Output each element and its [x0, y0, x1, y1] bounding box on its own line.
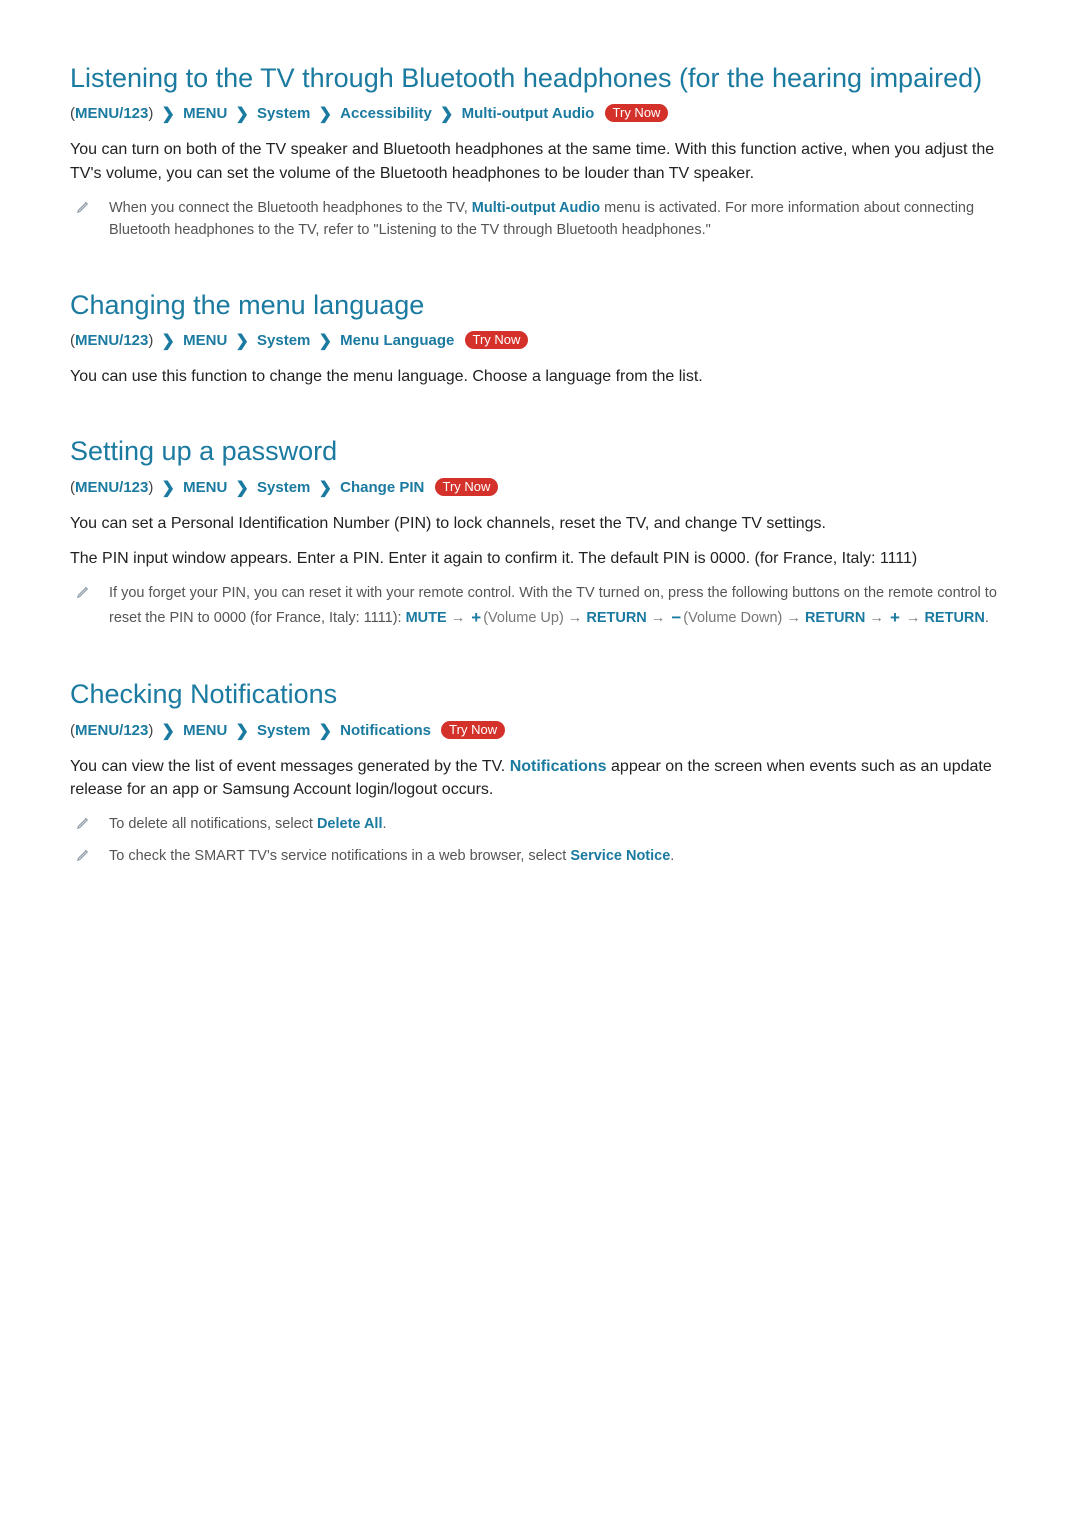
arrow: → — [564, 610, 587, 626]
note-text: When you connect the Bluetooth headphone… — [109, 197, 1010, 242]
crumb-item[interactable]: System — [257, 332, 310, 349]
vol-down-label: (Volume Down) — [683, 610, 782, 626]
note-blue: Multi-output Audio — [472, 200, 600, 216]
body-text: You can use this function to change the … — [70, 365, 1010, 388]
chevron-right-icon: ❯ — [158, 480, 179, 497]
crumb-item[interactable]: Menu Language — [340, 332, 454, 349]
return-label: RETURN — [586, 610, 646, 626]
chevron-right-icon: ❯ — [158, 723, 179, 740]
crumb-item[interactable]: Accessibility — [340, 105, 432, 122]
arrow: → — [647, 610, 670, 626]
crumb-item[interactable]: Change PIN — [340, 479, 424, 496]
body-part: You can view the list of event messages … — [70, 758, 510, 775]
note-row: When you connect the Bluetooth headphone… — [70, 197, 1010, 242]
crumb-item[interactable]: MENU — [183, 105, 227, 122]
breadcrumb: (MENU/123) ❯ MENU ❯ System ❯ Change PIN … — [70, 478, 1010, 498]
section-password: Setting up a password (MENU/123) ❯ MENU … — [70, 433, 1010, 631]
chevron-right-icon: ❯ — [315, 106, 336, 123]
section-title: Checking Notifications — [70, 676, 1010, 712]
vol-up-label: (Volume Up) — [483, 610, 564, 626]
chevron-right-icon: ❯ — [231, 723, 252, 740]
return-label: RETURN — [924, 610, 984, 626]
try-now-button[interactable]: Try Now — [605, 104, 669, 122]
note-part: . — [670, 848, 674, 864]
paren-close: ) — [148, 479, 153, 496]
mute-label: MUTE — [406, 610, 447, 626]
note-row: To delete all notifications, select Dele… — [70, 813, 1010, 835]
arrow: → — [902, 610, 925, 626]
try-now-button[interactable]: Try Now — [465, 331, 529, 349]
chevron-right-icon: ❯ — [315, 480, 336, 497]
breadcrumb: (MENU/123) ❯ MENU ❯ System ❯ Notificatio… — [70, 721, 1010, 741]
body-text: You can view the list of event messages … — [70, 755, 1010, 801]
minus-icon: − — [669, 608, 683, 627]
note-row: If you forget your PIN, you can reset it… — [70, 582, 1010, 631]
crumb-item[interactable]: System — [257, 722, 310, 739]
note-text: To delete all notifications, select Dele… — [109, 813, 387, 835]
plus-icon: + — [888, 608, 902, 627]
note-blue: Delete All — [317, 816, 383, 832]
chevron-right-icon: ❯ — [315, 333, 336, 350]
plus-icon: + — [469, 608, 483, 627]
pencil-icon — [76, 847, 91, 867]
chevron-right-icon: ❯ — [231, 106, 252, 123]
note-part: When you connect the Bluetooth headphone… — [109, 200, 472, 216]
arrow: → — [782, 610, 805, 626]
crumb-root[interactable]: MENU/123 — [75, 722, 148, 739]
breadcrumb: (MENU/123) ❯ MENU ❯ System ❯ Menu Langua… — [70, 331, 1010, 351]
crumb-root[interactable]: MENU/123 — [75, 479, 148, 496]
note-text: If you forget your PIN, you can reset it… — [109, 582, 1010, 631]
pencil-icon — [76, 584, 91, 604]
section-title: Listening to the TV through Bluetooth he… — [70, 60, 1010, 96]
body-text: You can turn on both of the TV speaker a… — [70, 138, 1010, 184]
period: . — [985, 610, 989, 626]
section-title: Setting up a password — [70, 433, 1010, 469]
section-bluetooth-headphones: Listening to the TV through Bluetooth he… — [70, 60, 1010, 242]
chevron-right-icon: ❯ — [158, 333, 179, 350]
chevron-right-icon: ❯ — [436, 106, 457, 123]
chevron-right-icon: ❯ — [231, 333, 252, 350]
paren-close: ) — [148, 105, 153, 122]
crumb-item[interactable]: MENU — [183, 479, 227, 496]
try-now-button[interactable]: Try Now — [441, 721, 505, 739]
return-label: RETURN — [805, 610, 865, 626]
crumb-item[interactable]: MENU — [183, 332, 227, 349]
chevron-right-icon: ❯ — [158, 106, 179, 123]
paren-close: ) — [148, 722, 153, 739]
body-blue: Notifications — [510, 758, 607, 775]
crumb-item[interactable]: Notifications — [340, 722, 431, 739]
note-part: To delete all notifications, select — [109, 816, 317, 832]
pencil-icon — [76, 199, 91, 219]
pencil-icon — [76, 815, 91, 835]
note-part: To check the SMART TV's service notifica… — [109, 848, 570, 864]
crumb-item[interactable]: System — [257, 479, 310, 496]
section-title: Changing the menu language — [70, 287, 1010, 323]
arrow: → — [865, 610, 888, 626]
paren-close: ) — [148, 332, 153, 349]
arrow: → — [447, 610, 470, 626]
crumb-item[interactable]: Multi-output Audio — [462, 105, 595, 122]
note-row: To check the SMART TV's service notifica… — [70, 845, 1010, 867]
note-part: . — [383, 816, 387, 832]
crumb-item[interactable]: System — [257, 105, 310, 122]
note-blue: Service Notice — [570, 848, 670, 864]
breadcrumb: (MENU/123) ❯ MENU ❯ System ❯ Accessibili… — [70, 104, 1010, 124]
body-text: The PIN input window appears. Enter a PI… — [70, 547, 1010, 570]
crumb-root[interactable]: MENU/123 — [75, 332, 148, 349]
crumb-root[interactable]: MENU/123 — [75, 105, 148, 122]
try-now-button[interactable]: Try Now — [435, 478, 499, 496]
section-notifications: Checking Notifications (MENU/123) ❯ MENU… — [70, 676, 1010, 868]
chevron-right-icon: ❯ — [231, 480, 252, 497]
body-text: You can set a Personal Identification Nu… — [70, 512, 1010, 535]
section-menu-language: Changing the menu language (MENU/123) ❯ … — [70, 287, 1010, 389]
crumb-item[interactable]: MENU — [183, 722, 227, 739]
chevron-right-icon: ❯ — [315, 723, 336, 740]
note-text: To check the SMART TV's service notifica… — [109, 845, 674, 867]
